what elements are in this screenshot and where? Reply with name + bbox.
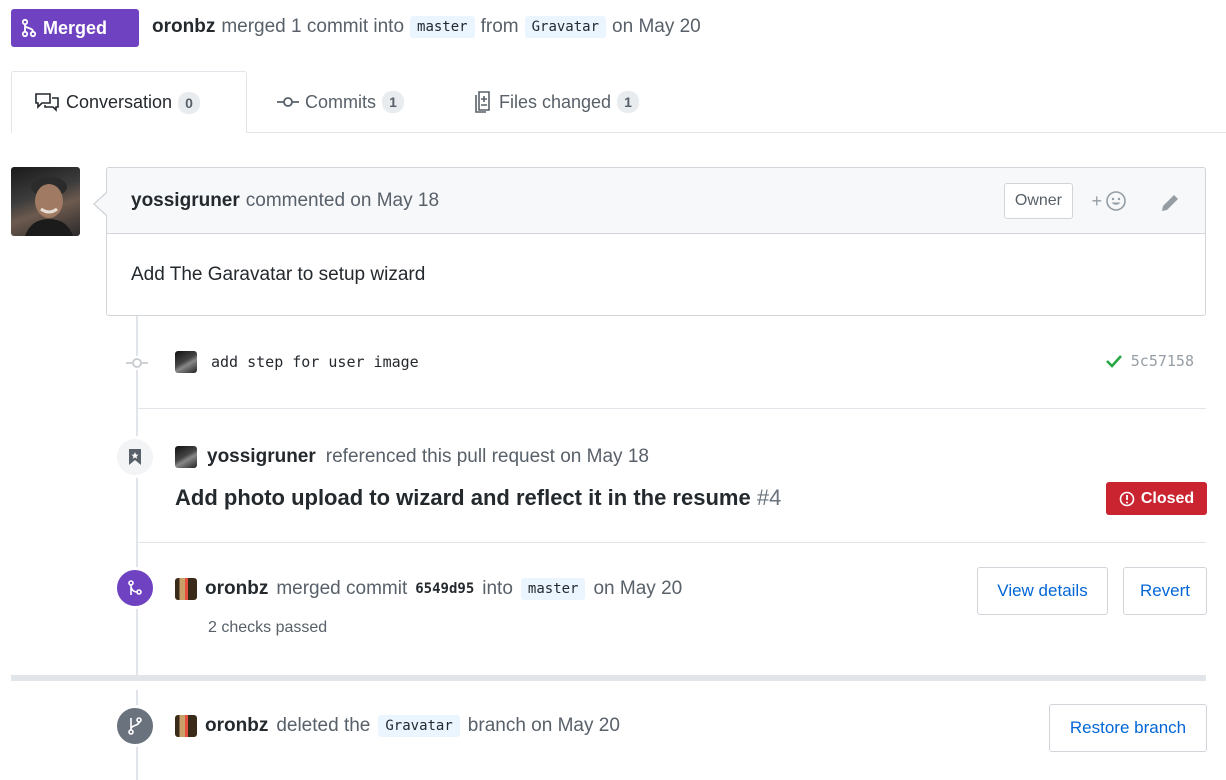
from-text: from: [480, 16, 519, 37]
closed-status-badge: Closed: [1106, 482, 1207, 515]
tab-conversation[interactable]: Conversation 0: [11, 71, 247, 133]
comment-discussion-icon: [35, 92, 59, 112]
merge-date-text[interactable]: on May 20: [593, 578, 682, 600]
delete-action-text: deleted the: [276, 715, 371, 736]
merge-summary: oronbz merged 1 commit into master from …: [152, 13, 701, 41]
tab-commits-count: 1: [382, 91, 404, 113]
merge-action-text: merged commit: [276, 578, 408, 599]
tab-conversation-label: Conversation: [66, 92, 173, 112]
merge-badge: [114, 567, 156, 609]
timeline-divider: [138, 542, 1206, 543]
branch-deleted-badge: [114, 705, 156, 747]
avatar[interactable]: [11, 167, 80, 236]
commit-status: 5c57158: [1105, 352, 1194, 370]
comment-author-link[interactable]: yossigruner: [131, 190, 240, 212]
merge-into-text: into: [482, 578, 513, 599]
head-branch-label[interactable]: Gravatar: [524, 16, 607, 38]
git-branch-icon: [128, 717, 142, 735]
git-commit-icon: [124, 356, 150, 370]
reference-action-text[interactable]: referenced this pull request on May 18: [326, 446, 649, 468]
add-reaction-button[interactable]: +: [1091, 190, 1127, 212]
tab-conversation-count: 0: [178, 91, 201, 114]
deleted-branch-label: Gravatar: [378, 715, 460, 737]
merge-event: oronbz merged commit 6549d95 into master…: [175, 578, 682, 600]
referenced-pr-title-text[interactable]: Add photo upload to wizard and reflect i…: [175, 485, 751, 510]
avatar-photo: [25, 177, 73, 236]
timeline-divider: [138, 408, 1206, 409]
merge-author-link[interactable]: oronbz: [205, 578, 268, 600]
merge-author-avatar[interactable]: [175, 578, 197, 600]
comment-body: Add The Garavatar to setup wizard: [131, 264, 426, 285]
git-merge-icon: [128, 580, 142, 595]
merged-status-badge: Merged: [11, 9, 139, 47]
reference-author-avatar[interactable]: [175, 446, 197, 468]
file-diff-icon: [475, 91, 490, 113]
tab-files-changed[interactable]: Files changed 1: [451, 71, 661, 133]
check-icon[interactable]: [1105, 353, 1123, 369]
tab-commits-label: Commits: [305, 91, 376, 112]
add-reaction-plus: +: [1091, 190, 1102, 211]
closed-status-label: Closed: [1140, 489, 1195, 507]
smiley-icon: [1106, 191, 1126, 211]
commit-sha-link[interactable]: 5c57158: [1131, 352, 1194, 370]
comment-header: yossigruner commented on May 18 Owner +: [107, 168, 1205, 234]
checks-status[interactable]: 2 checks passed: [208, 619, 327, 637]
merge-commit-sha-link[interactable]: 6549d95: [415, 581, 474, 597]
tab-files-changed-label: Files changed: [499, 91, 612, 112]
git-commit-icon: [277, 97, 299, 107]
bookmark-icon: [129, 449, 141, 465]
merge-action-text: merged 1 commit into: [221, 16, 405, 37]
comment-action-text[interactable]: commented on May 18: [246, 190, 439, 212]
git-merge-icon: [21, 18, 37, 38]
tab-commits[interactable]: Commits 1: [255, 71, 426, 133]
delete-author-link[interactable]: oronbz: [205, 715, 268, 737]
comment-caret-inner: [95, 193, 107, 215]
view-details-button[interactable]: View details: [977, 567, 1108, 615]
author-link[interactable]: oronbz: [152, 16, 215, 38]
merge-branch-label[interactable]: master: [520, 578, 586, 600]
merge-date-text: on May 20: [612, 16, 701, 37]
commit-author-avatar[interactable]: [175, 351, 197, 373]
delete-branch-event: oronbz deleted the Gravatar branch on Ma…: [175, 715, 620, 737]
reference-author-link[interactable]: yossigruner: [207, 446, 316, 468]
base-branch-label[interactable]: master: [410, 16, 475, 38]
merged-status-label: Merged: [43, 17, 108, 38]
issue-closed-icon: [1119, 491, 1135, 506]
pencil-icon[interactable]: [1159, 192, 1181, 214]
referenced-pr-number[interactable]: #4: [757, 485, 781, 510]
comment-box: yossigruner commented on May 18 Owner + …: [106, 167, 1206, 316]
revert-button[interactable]: Revert: [1123, 567, 1207, 615]
timeline-separator: [11, 675, 1206, 681]
tab-files-changed-count: 1: [617, 91, 640, 113]
delete-author-avatar[interactable]: [175, 715, 197, 737]
commit-row: add step for user image: [175, 351, 419, 373]
timeline-line: [136, 316, 138, 676]
commit-message-link[interactable]: add step for user image: [211, 353, 419, 371]
bookmark-badge: [114, 436, 156, 478]
owner-label: Owner: [1003, 183, 1073, 219]
referenced-pr-title[interactable]: Add photo upload to wizard and reflect i…: [175, 485, 781, 511]
restore-branch-button[interactable]: Restore branch: [1049, 704, 1207, 752]
delete-date-text[interactable]: branch on May 20: [468, 715, 620, 737]
reference-event: yossigruner referenced this pull request…: [175, 446, 649, 468]
